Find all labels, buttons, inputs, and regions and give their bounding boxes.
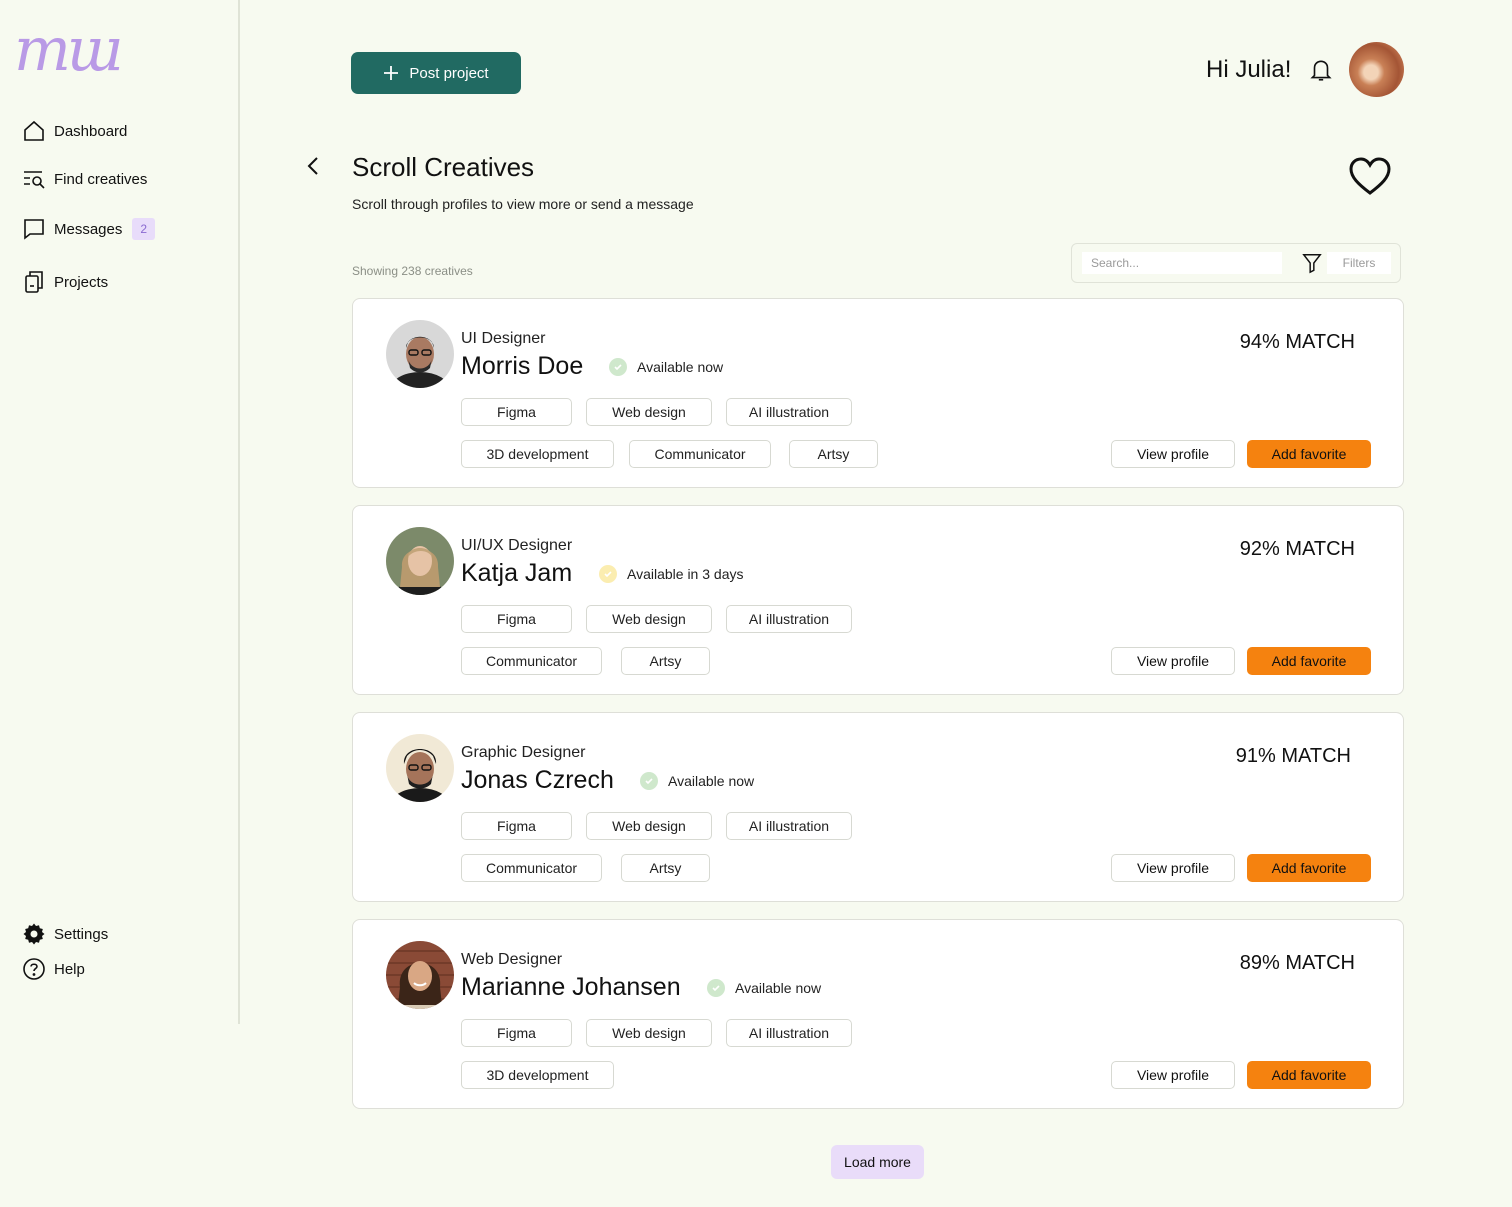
creative-avatar [386, 527, 454, 595]
creative-name: Marianne Johansen [461, 973, 681, 1001]
availability-status: Available now [640, 772, 754, 790]
skill-tag: AI illustration [726, 398, 852, 426]
match-score: 92% MATCH [1239, 538, 1355, 560]
post-project-label: Post project [409, 64, 489, 82]
skill-tag: 3D development [461, 440, 614, 468]
add-favorite-button[interactable]: Add favorite [1247, 647, 1371, 675]
check-icon [707, 979, 725, 997]
skill-tag: AI illustration [726, 1019, 852, 1047]
availability-status: Available in 3 days [599, 565, 743, 583]
creative-name: Katja Jam [461, 559, 573, 587]
messages-count-badge: 2 [132, 218, 156, 240]
creative-card: Graphic Designer Jonas Czrech Available … [352, 712, 1404, 902]
sidebar-item-label: Messages [54, 220, 123, 238]
skill-tag: Communicator [629, 440, 771, 468]
sidebar-item-label: Settings [54, 925, 109, 943]
check-icon [609, 358, 627, 376]
availability-status: Available now [609, 358, 723, 376]
skill-tag: Web design [586, 398, 712, 426]
view-profile-button[interactable]: View profile [1111, 647, 1235, 675]
availability-status: Available now [707, 979, 821, 997]
back-arrow-icon[interactable] [302, 154, 326, 178]
match-score: 91% MATCH [1235, 745, 1351, 767]
user-avatar[interactable] [1349, 42, 1404, 97]
skill-tag: Web design [586, 605, 712, 633]
check-icon [599, 565, 617, 583]
skill-tag: Figma [461, 812, 572, 840]
skill-tag: AI illustration [726, 812, 852, 840]
heart-icon[interactable] [1348, 156, 1392, 196]
page-title: Scroll Creatives [352, 152, 535, 182]
skill-tag: Figma [461, 1019, 572, 1047]
view-profile-button[interactable]: View profile [1111, 854, 1235, 882]
skill-tag: 3D development [461, 1061, 614, 1089]
app-logo[interactable]: mɯ [14, 20, 124, 80]
skill-tag: Web design [586, 1019, 712, 1047]
view-profile-button[interactable]: View profile [1111, 440, 1235, 468]
clipboard-icon [25, 271, 43, 293]
skill-tag: Web design [586, 812, 712, 840]
creative-card: UI Designer Morris Doe Available now 94%… [352, 298, 1404, 488]
sidebar: mɯ Dashboard Find creatives Messages 2 P… [0, 0, 240, 1024]
user-greeting: Hi Julia! [1206, 56, 1292, 83]
gear-icon [23, 923, 45, 945]
search-list-icon [24, 171, 45, 189]
match-score: 89% MATCH [1239, 952, 1355, 974]
page-subtitle: Scroll through profiles to view more or … [352, 196, 694, 212]
creative-avatar [386, 320, 454, 388]
results-count: Showing 238 creatives [352, 264, 473, 278]
availability-label: Available now [637, 359, 724, 375]
creative-role: Graphic Designer [461, 744, 586, 761]
filter-icon[interactable] [1301, 252, 1323, 274]
sidebar-item-messages[interactable]: Messages 2 [22, 217, 156, 241]
sidebar-item-help[interactable]: Help [22, 957, 85, 981]
creative-role: UI/UX Designer [461, 537, 573, 554]
creative-card: UI/UX Designer Katja Jam Available in 3 … [352, 505, 1404, 695]
sidebar-item-dashboard[interactable]: Dashboard [22, 119, 127, 143]
chat-icon [24, 219, 44, 240]
help-icon [23, 958, 45, 980]
load-more-button[interactable]: Load more [831, 1145, 924, 1179]
skill-tag: Figma [461, 605, 572, 633]
skill-tag: Artsy [789, 440, 878, 468]
skill-tag: Communicator [461, 647, 602, 675]
skill-tag: Figma [461, 398, 572, 426]
availability-label: Available now [668, 773, 755, 789]
creative-name: Jonas Czrech [461, 766, 614, 794]
skill-tag: Communicator [461, 854, 602, 882]
skill-tag: Artsy [621, 647, 710, 675]
creative-card: Web Designer Marianne Johansen Available… [352, 919, 1404, 1109]
sidebar-item-settings[interactable]: Settings [22, 922, 108, 946]
add-favorite-button[interactable]: Add favorite [1247, 854, 1371, 882]
view-profile-button[interactable]: View profile [1111, 1061, 1235, 1089]
plus-icon [384, 66, 399, 80]
add-favorite-button[interactable]: Add favorite [1247, 1061, 1371, 1089]
home-icon [24, 120, 44, 141]
creative-avatar [386, 941, 454, 1009]
match-score: 94% MATCH [1239, 331, 1355, 353]
add-favorite-button[interactable]: Add favorite [1247, 440, 1371, 468]
availability-label: Available in 3 days [627, 566, 744, 582]
search-input[interactable] [1082, 252, 1282, 274]
availability-label: Available now [735, 980, 822, 996]
sidebar-item-label: Projects [54, 273, 109, 291]
bell-icon[interactable] [1308, 57, 1334, 83]
sidebar-item-label: Help [54, 960, 85, 978]
creative-role: UI Designer [461, 330, 546, 347]
creative-avatar [386, 734, 454, 802]
creative-name: Morris Doe [461, 352, 584, 380]
search-bar: Filters [1071, 243, 1401, 283]
sidebar-item-label: Dashboard [54, 122, 128, 140]
sidebar-item-projects[interactable]: Projects [22, 270, 108, 294]
filters-button[interactable]: Filters [1327, 252, 1391, 274]
sidebar-item-find-creatives[interactable]: Find creatives [22, 167, 147, 191]
sidebar-item-label: Find creatives [54, 170, 148, 188]
creative-role: Web Designer [461, 951, 563, 968]
post-project-button[interactable]: Post project [351, 52, 521, 94]
skill-tag: Artsy [621, 854, 710, 882]
check-icon [640, 772, 658, 790]
skill-tag: AI illustration [726, 605, 852, 633]
